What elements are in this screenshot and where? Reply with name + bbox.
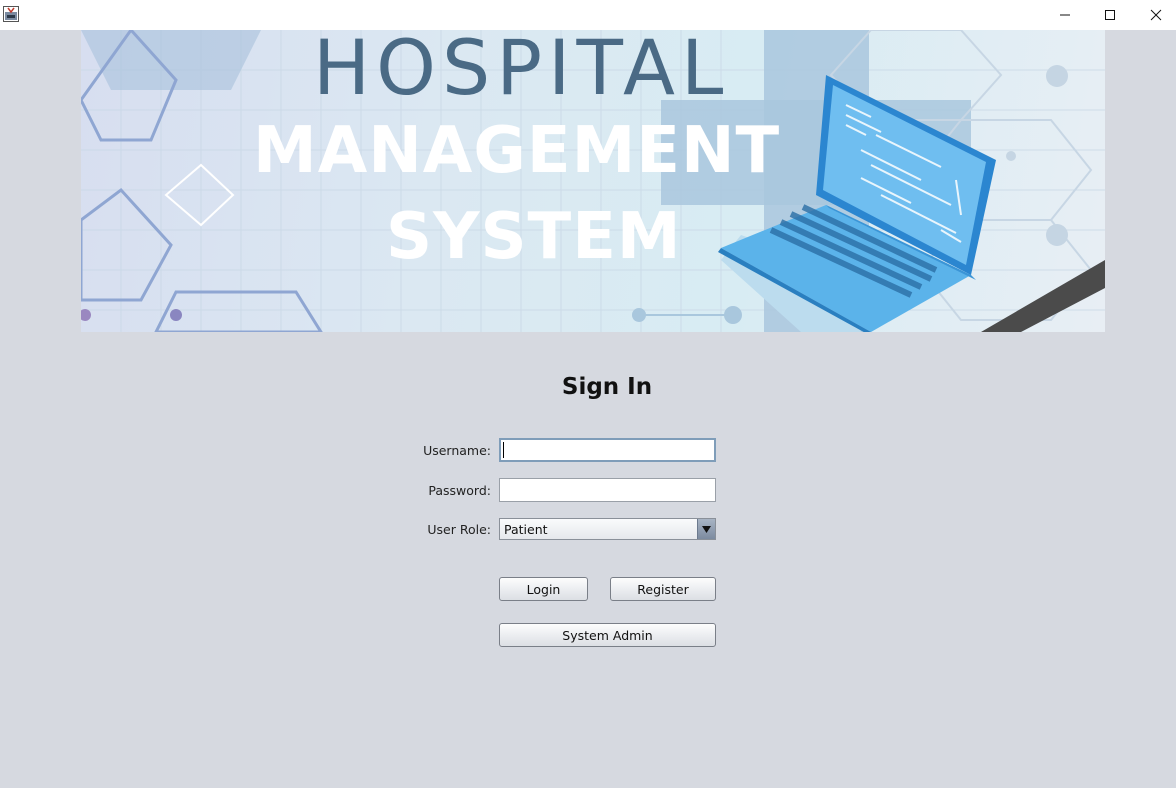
system-admin-button[interactable]: System Admin [499, 623, 716, 647]
text-caret [503, 442, 504, 458]
user-role-selected-value: Patient [504, 522, 548, 537]
username-label: Username: [423, 443, 491, 458]
page-title: Sign In [561, 374, 653, 400]
close-button[interactable] [1133, 0, 1176, 30]
dropdown-arrow-button[interactable] [697, 519, 715, 539]
minimize-icon [1060, 14, 1070, 16]
user-role-label: User Role: [427, 522, 491, 537]
java-app-icon[interactable] [3, 6, 19, 22]
title-bar[interactable] [0, 0, 1176, 30]
chevron-down-icon [702, 525, 711, 533]
app-window: HOSPITAL MANAGEMENT SYSTEM Sign In Usern… [0, 0, 1176, 788]
password-input[interactable] [499, 478, 716, 502]
register-button[interactable]: Register [610, 577, 716, 601]
banner-image: HOSPITAL MANAGEMENT SYSTEM [81, 30, 1105, 332]
username-input[interactable] [499, 438, 716, 462]
maximize-button[interactable] [1087, 0, 1133, 30]
user-role-select[interactable]: Patient [499, 518, 716, 540]
banner-title-hospital: HOSPITAL [313, 30, 730, 112]
minimize-button[interactable] [1042, 0, 1088, 30]
banner-title-management: MANAGEMENT [253, 114, 781, 188]
close-icon [1150, 9, 1162, 21]
password-label: Password: [428, 483, 491, 498]
maximize-icon [1105, 10, 1115, 20]
banner-title-system: SYSTEM [386, 200, 682, 274]
login-button[interactable]: Login [499, 577, 588, 601]
